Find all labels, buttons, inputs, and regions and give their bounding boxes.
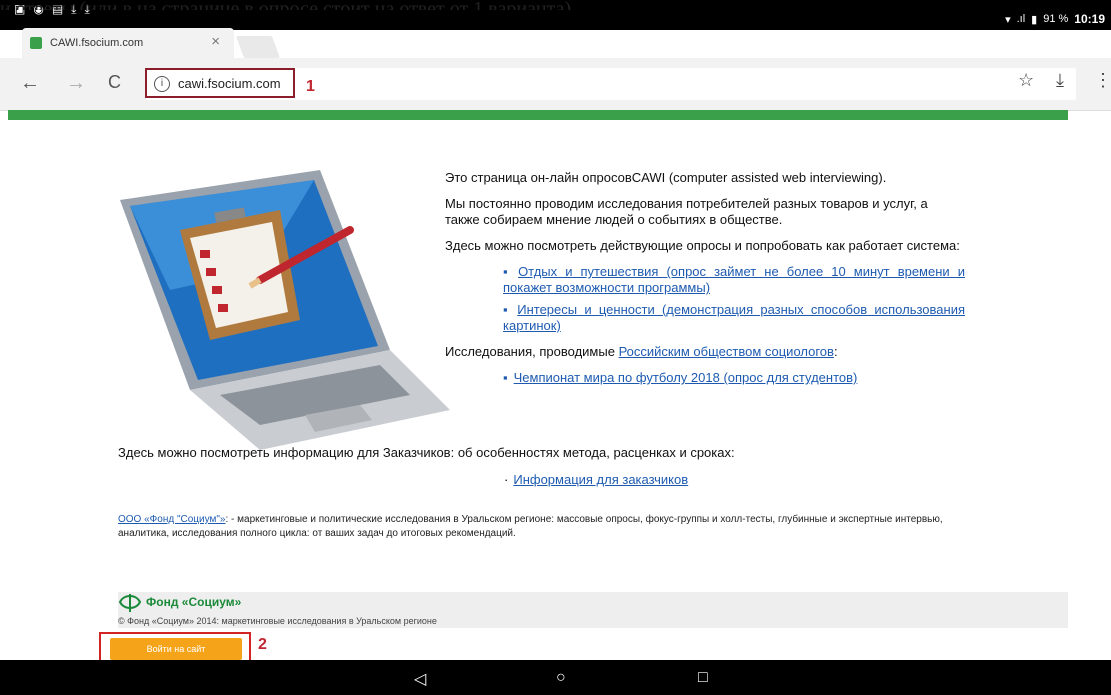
signal-icon: .ıl xyxy=(1016,13,1026,25)
recents-nav-icon[interactable]: □ xyxy=(698,669,708,687)
back-icon[interactable]: ← xyxy=(20,72,40,95)
rso-prefix: Исследования, проводимые xyxy=(445,344,619,359)
login-button[interactable]: Войти на сайт xyxy=(110,638,242,660)
clients-link-item: · Информация для заказчиков xyxy=(504,472,688,487)
list-item: ▪ Интересы и ценности (демонстрация разны… xyxy=(503,302,965,334)
company-text: : - маркетинговые и политические исследо… xyxy=(118,514,943,539)
document-title-fragment: и ответы (или в на странице в опросе сто… xyxy=(0,0,1111,10)
annotation-1: 1 xyxy=(306,78,315,95)
list-item: ▪ Отдых и путешествия (опрос займет не бо… xyxy=(503,264,965,296)
list-item: ▪ Чемпионат мира по футболу 2018 (опрос д… xyxy=(503,370,965,386)
favicon-icon xyxy=(30,37,42,49)
bookmark-star-icon[interactable]: ☆ xyxy=(1018,70,1034,91)
browser-toolbar: ← → C i cawi.fsocium.com 1 ☆ ⤓ ⋮ xyxy=(0,58,1111,111)
company-description: ООО «Фонд "Социум"»: - маркетинговые и п… xyxy=(118,513,978,541)
wifi-icon: ▾ xyxy=(1005,13,1011,26)
logo-icon xyxy=(118,594,142,612)
back-nav-icon[interactable]: ◁ xyxy=(414,669,426,689)
clients-info-link[interactable]: Информация для заказчиков xyxy=(513,472,688,487)
research-text: Мы постоянно проводим исследования потре… xyxy=(445,196,928,227)
browser-tab[interactable]: CAWI.fsocium.com × xyxy=(22,28,234,58)
new-tab-button[interactable] xyxy=(235,36,281,58)
rso-suffix: : xyxy=(833,344,838,359)
laptop-survey-illustration xyxy=(120,170,450,450)
survey-link-interests[interactable]: Интересы и ценности (демонстрация разных… xyxy=(503,302,965,333)
rso-line: Исследования, проводимые Российским обще… xyxy=(445,344,965,360)
rso-survey-list: ▪ Чемпионат мира по футболу 2018 (опрос д… xyxy=(445,370,965,386)
tab-title: CAWI.fsocium.com xyxy=(50,37,144,49)
company-logo: Фонд «Социум» xyxy=(118,592,241,612)
tab-close-icon[interactable]: × xyxy=(211,33,220,50)
forward-icon[interactable]: → xyxy=(66,72,86,95)
bullet-icon: ▪ xyxy=(503,302,512,317)
clients-info-text: Здесь можно посмотреть информацию для За… xyxy=(118,445,735,460)
copyright-text: © Фонд «Социум» 2014: маркетинговые иссл… xyxy=(118,616,437,626)
bullet-icon: ▪ xyxy=(503,264,513,279)
android-nav-bar: ◁ ○ □ xyxy=(0,660,1111,695)
bullet-icon: ▪ xyxy=(503,370,508,385)
intro-text: Это страница он-лайн опросовCAWI (comput… xyxy=(445,170,887,185)
survey-list: ▪ Отдых и путешествия (опрос займет не бо… xyxy=(445,264,965,334)
reload-icon[interactable]: C xyxy=(108,72,121,93)
survey-link-football[interactable]: Чемпионат мира по футболу 2018 (опрос дл… xyxy=(514,370,858,385)
site-footer: Фонд «Социум» © Фонд «Социум» 2014: марк… xyxy=(118,592,1068,628)
site-header-bar xyxy=(8,110,1068,120)
download-icon[interactable]: ⤓ xyxy=(1056,70,1064,91)
url-highlight-box xyxy=(145,68,295,98)
surveys-intro: Здесь можно посмотреть действующие опрос… xyxy=(445,238,960,253)
battery-icon: ▮ xyxy=(1031,13,1038,26)
survey-link-travel[interactable]: Отдых и путешествия (опрос займет не бол… xyxy=(503,264,965,295)
intro-content: Это страница он-лайн опросовCAWI (comput… xyxy=(445,170,965,396)
annotation-2: 2 xyxy=(258,636,267,653)
company-link[interactable]: ООО «Фонд "Социум"» xyxy=(118,514,226,525)
rso-link[interactable]: Российским обществом социологов xyxy=(619,344,834,359)
system-icons: ▾ .ıl ▮ 91 % 10:19 xyxy=(1005,12,1105,26)
logo-text: Фонд «Социум» xyxy=(146,595,242,609)
home-nav-icon[interactable]: ○ xyxy=(556,669,566,687)
menu-icon[interactable]: ⋮ xyxy=(1094,70,1111,91)
battery-level: 91 % xyxy=(1043,13,1069,25)
bullet-icon: · xyxy=(504,472,509,487)
clock: 10:19 xyxy=(1074,12,1105,26)
